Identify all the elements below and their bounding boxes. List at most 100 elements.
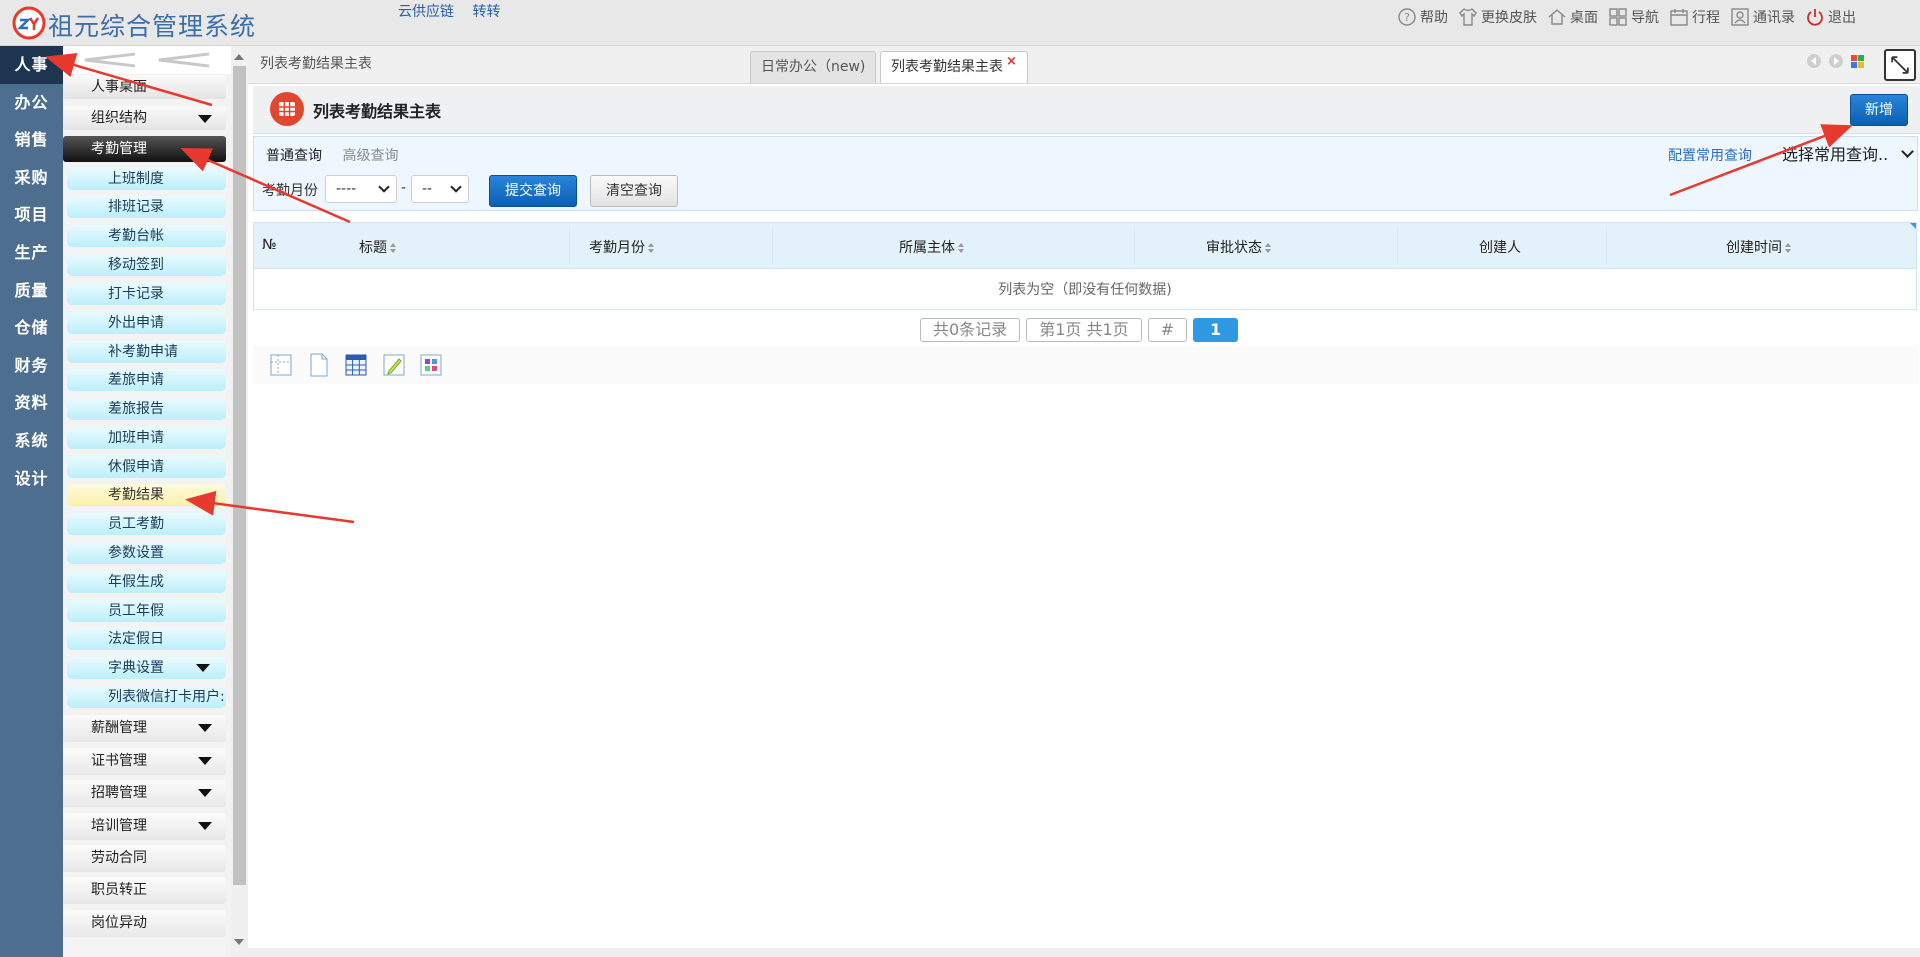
shirt-icon	[1459, 8, 1477, 26]
column-header-entity[interactable]: 所属主体	[899, 237, 964, 257]
column-header-created[interactable]: 创建时间	[1726, 237, 1791, 257]
sidebar-item[interactable]: 考勤台帐	[67, 225, 226, 247]
sidebar-item[interactable]: 列表微信打卡用户:	[67, 686, 226, 708]
tab-daily-office[interactable]: 日常办公（new)	[750, 51, 877, 83]
module-system[interactable]: 系统	[0, 422, 63, 460]
caret-down-icon	[198, 789, 212, 797]
sidebar-item[interactable]: 年假生成	[67, 571, 226, 593]
sidebar-item[interactable]: 招聘管理	[63, 780, 226, 807]
module-design[interactable]: 设计	[0, 460, 63, 498]
contacts-button[interactable]: 通讯录	[1729, 6, 1795, 28]
module-documents[interactable]: 资料	[0, 384, 63, 422]
module-finance[interactable]: 财务	[0, 347, 63, 385]
sidebar-item[interactable]: 培训管理	[63, 813, 226, 840]
sidebar-item[interactable]: 劳动合同	[63, 845, 226, 872]
fullscreen-icon[interactable]	[1884, 49, 1916, 81]
sidebar-item[interactable]: 证书管理	[63, 748, 226, 775]
sidebar-item[interactable]: 参数设置	[67, 542, 226, 564]
column-header-title[interactable]: 标题	[359, 237, 396, 257]
submit-query-button[interactable]: 提交查询	[489, 175, 577, 207]
caret-down-icon	[198, 757, 212, 765]
sidebar-item[interactable]: 打卡记录	[67, 283, 226, 305]
tab-normal-query[interactable]: 普通查询	[266, 148, 322, 164]
table-view-icon[interactable]	[344, 352, 368, 378]
sidebar-item[interactable]: 岗位异动	[63, 910, 226, 937]
pager-total: 共0条记录	[920, 318, 1021, 342]
tab-list-icon[interactable]	[1851, 54, 1864, 68]
module-warehouse[interactable]: 仓储	[0, 309, 63, 347]
tab-next-icon[interactable]	[1829, 54, 1843, 68]
logo-icon	[12, 6, 46, 40]
schedule-button[interactable]: 行程	[1668, 6, 1720, 28]
configure-common-query-link[interactable]: 配置常用查询	[1668, 145, 1752, 165]
column-header-creator: 创建人	[1479, 240, 1521, 256]
sidebar-item[interactable]: 员工考勤	[67, 513, 226, 535]
scroll-down-icon[interactable]	[234, 939, 244, 945]
sort-icon	[648, 243, 654, 253]
scroll-up-icon[interactable]	[234, 54, 244, 60]
sidebar-scrollbar[interactable]	[231, 46, 248, 957]
sidebar-item[interactable]: 字典设置	[67, 657, 226, 679]
desktop-button[interactable]: 桌面	[1546, 6, 1598, 28]
sidebar-item[interactable]: 人事桌面	[63, 75, 226, 99]
sidebar-item[interactable]: 差旅报告	[67, 398, 226, 420]
top-menu: ? 帮助 更换皮肤 桌面 导航 行程 通讯录 退出	[1387, 5, 1856, 29]
help-button[interactable]: ? 帮助	[1396, 6, 1448, 28]
sidebar-item[interactable]: 差旅申请	[67, 369, 226, 391]
sidebar-item[interactable]: 法定假日	[67, 628, 226, 650]
module-production[interactable]: 生产	[0, 234, 63, 272]
caret-down-icon	[196, 664, 210, 672]
sidebar-item[interactable]: 外出申请	[67, 312, 226, 334]
tab-advanced-query[interactable]: 高级查询	[342, 148, 398, 164]
common-query-select[interactable]: 选择常用查询..	[1782, 141, 1914, 167]
sidebar-item[interactable]: 组织结构	[63, 106, 226, 130]
sidebar-item[interactable]: 考勤管理	[63, 136, 226, 162]
table-grid-icon	[270, 92, 304, 126]
sidebar-item[interactable]: 排班记录	[67, 196, 226, 218]
sidebar-item[interactable]: 薪酬管理	[63, 715, 226, 742]
year-select[interactable]: ----	[325, 175, 397, 203]
month-select[interactable]: --	[411, 175, 469, 203]
navigation-button[interactable]: 导航	[1607, 6, 1659, 28]
sidebar-item[interactable]: 上班制度	[67, 168, 226, 190]
pager-jump[interactable]: #	[1147, 318, 1188, 342]
sidebar-item[interactable]: 移动签到	[67, 254, 226, 276]
select-all-icon[interactable]	[269, 352, 293, 378]
sidebar-item[interactable]: 考勤结果	[67, 484, 226, 506]
column-header-no: №	[262, 237, 277, 253]
add-button[interactable]: 新增	[1850, 94, 1908, 126]
sort-icon	[390, 243, 396, 253]
column-header-approval[interactable]: 审批状态	[1206, 237, 1271, 257]
module-sales[interactable]: 销售	[0, 121, 63, 159]
module-office[interactable]: 办公	[0, 84, 63, 122]
clear-query-button[interactable]: 清空查询	[590, 175, 678, 207]
sidebar: 人事桌面组织结构考勤管理上班制度排班记录考勤台帐移动签到打卡记录外出申请补考勤申…	[63, 46, 248, 957]
plugin-icon[interactable]	[419, 352, 443, 378]
contacts-icon	[1731, 8, 1749, 26]
change-skin-button[interactable]: 更换皮肤	[1457, 6, 1537, 28]
sidebar-item[interactable]: 补考勤申请	[67, 341, 226, 363]
close-tab-icon[interactable]: ×	[1006, 54, 1017, 69]
module-project[interactable]: 项目	[0, 196, 63, 234]
column-header-month[interactable]: 考勤月份	[589, 237, 654, 257]
data-grid: № 标题 考勤月份 所属主体 审批状态 创建人 创建时间 列表为空（即没有任何数…	[253, 222, 1917, 310]
column-divider	[772, 227, 773, 265]
sidebar-item[interactable]: 员工年假	[67, 600, 226, 622]
app-title: 祖元综合管理系统	[48, 12, 257, 41]
logout-button[interactable]: 退出	[1804, 6, 1856, 28]
edit-icon[interactable]	[382, 352, 406, 378]
link-cloud-supply[interactable]: 云供应链	[398, 4, 454, 20]
scrollbar-thumb[interactable]	[233, 66, 246, 885]
sidebar-item[interactable]: 休假申请	[67, 456, 226, 478]
collapse-sidebar-icon[interactable]	[63, 46, 231, 74]
tab-prev-icon[interactable]	[1807, 54, 1821, 68]
module-hr[interactable]: 人事	[0, 46, 63, 84]
link-zhuanzhuan[interactable]: 转转	[472, 4, 500, 20]
pager-current-page[interactable]: 1	[1193, 318, 1239, 342]
tab-attendance-result[interactable]: 列表考勤结果主表 ×	[880, 51, 1028, 83]
sidebar-item[interactable]: 加班申请	[67, 427, 226, 449]
module-quality[interactable]: 质量	[0, 272, 63, 310]
new-document-icon[interactable]	[307, 352, 331, 378]
module-purchase[interactable]: 采购	[0, 159, 63, 197]
sidebar-item[interactable]: 职员转正	[63, 877, 226, 904]
